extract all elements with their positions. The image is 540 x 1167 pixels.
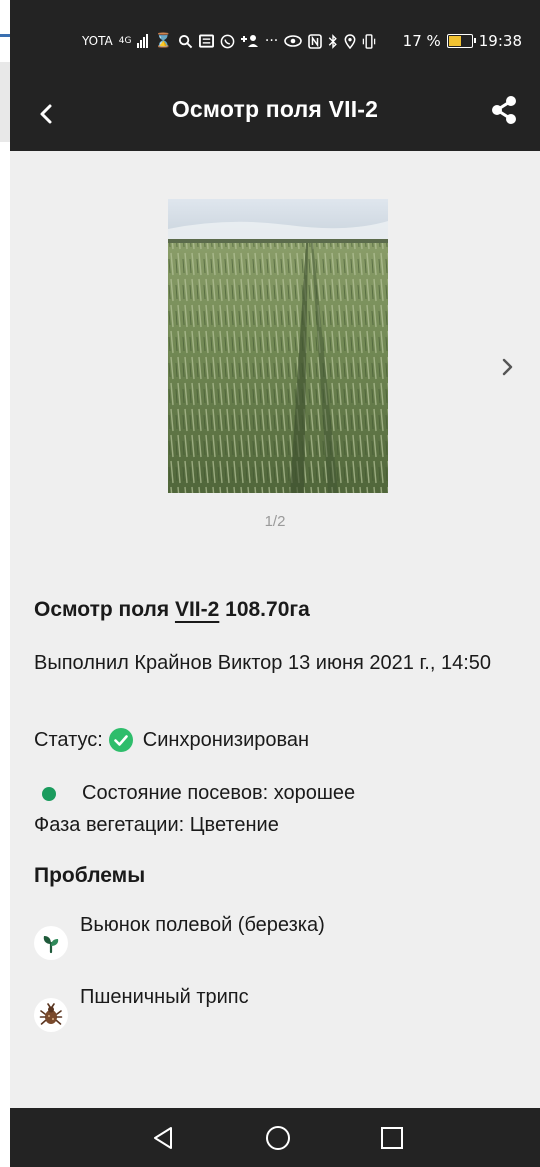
status-bar: YOTA 4G ⌛ ··· 17 % 19:38 — [10, 0, 540, 80]
chevron-right-icon — [502, 358, 513, 376]
performed-by: Выполнил Крайнов Виктор 13 июня 2021 г.,… — [34, 652, 492, 674]
vibrate-icon — [363, 33, 376, 49]
network-type: 4G — [118, 36, 132, 46]
share-icon — [492, 96, 516, 124]
check-circle-icon — [108, 728, 133, 752]
more-icon: ··· — [264, 33, 279, 49]
status-value: Синхронизирован — [142, 728, 310, 751]
wheat-field-image — [168, 199, 388, 493]
share-button[interactable] — [486, 92, 522, 128]
add-contact-icon — [240, 35, 258, 47]
signal-icon — [137, 34, 149, 48]
search-icon — [178, 34, 193, 48]
battery-percent: 17 % — [402, 32, 441, 50]
inspection-title: Осмотр поля VII-2 108.70га — [34, 598, 310, 622]
system-nav-bar — [10, 1108, 540, 1167]
nav-back-icon[interactable] — [150, 1124, 178, 1152]
phone-screen: YOTA 4G ⌛ ··· 17 % 19:38 Осмотр поля VII… — [10, 0, 540, 1167]
title-prefix: Осмотр поля — [34, 598, 175, 621]
clock: 19:38 — [478, 32, 522, 50]
app-bar: Осмотр поля VII-2 — [10, 80, 540, 151]
sync-status: Статус: Синхронизирован — [34, 728, 309, 752]
status-label: Статус: — [34, 728, 103, 751]
problem-item[interactable]: Пшеничный трипс — [34, 986, 249, 1032]
message-icon — [198, 34, 214, 48]
photo-pager: 1/2 — [264, 513, 286, 530]
next-photo-button[interactable] — [494, 352, 522, 382]
crop-condition-text: Состояние посевов: хорошее — [82, 782, 356, 804]
problems-heading: Проблемы — [34, 864, 146, 887]
condition-dot-icon — [42, 786, 56, 801]
field-link[interactable]: VII-2 — [175, 598, 219, 621]
bug-icon — [34, 998, 68, 1032]
page-title: Осмотр поля VII-2 — [171, 96, 379, 122]
sprout-icon — [34, 926, 68, 960]
problem-name: Вьюнок полевой (березка) — [80, 914, 325, 936]
problem-name: Пшеничный трипс — [80, 986, 249, 1008]
eye-icon — [284, 35, 303, 47]
crop-condition: Состояние посевов: хорошее — [42, 782, 355, 805]
field-area: 108.70га — [219, 598, 310, 621]
battery-icon — [446, 34, 476, 48]
vegetation-phase: Фаза вегетации: Цветение — [34, 814, 279, 836]
nav-home-icon[interactable] — [264, 1124, 292, 1152]
problem-item[interactable]: Вьюнок полевой (березка) — [34, 914, 325, 960]
location-icon — [344, 33, 356, 49]
nav-recents-icon[interactable] — [378, 1124, 406, 1152]
nfc-icon — [308, 33, 323, 49]
hourglass-icon: ⌛ — [154, 33, 172, 49]
viber-icon — [220, 34, 235, 48]
carrier-label: YOTA — [82, 34, 113, 48]
bluetooth-icon — [328, 33, 338, 49]
field-photo[interactable] — [168, 199, 388, 493]
